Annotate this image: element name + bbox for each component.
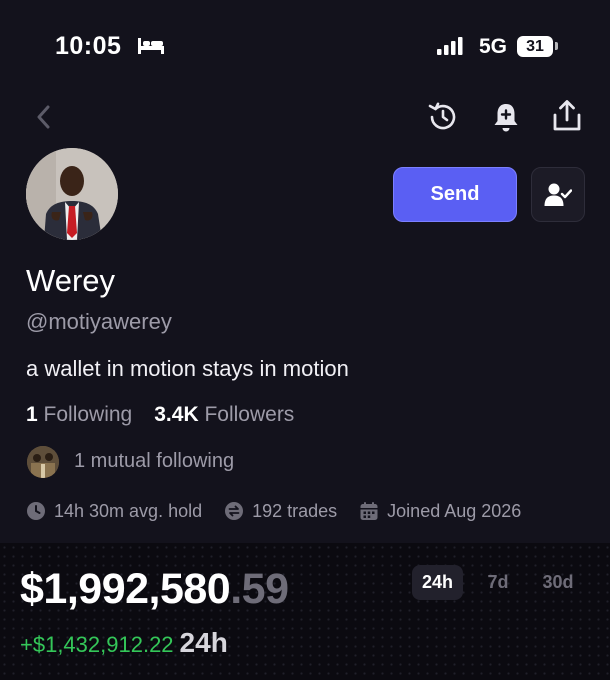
joined-stat: Joined Aug 2026	[359, 501, 521, 522]
follow-button[interactable]	[531, 167, 585, 222]
network-type: 5G	[479, 35, 508, 58]
back-button[interactable]	[26, 100, 60, 134]
user-check-icon	[544, 183, 572, 206]
mutual-following-text[interactable]: 1 mutual following	[74, 450, 234, 473]
trades-text: 192 trades	[252, 500, 338, 521]
balance-whole: $1,992,580	[20, 565, 231, 613]
swap-icon	[225, 502, 244, 520]
cellular-signal-icon	[437, 36, 467, 61]
mutual-avatar-image	[27, 446, 59, 478]
history-button[interactable]	[424, 98, 462, 136]
followers-link[interactable]: 3.4K Followers	[154, 403, 294, 426]
profile-meta-row: 14h 30m avg. hold 192 trades Joined Aug …	[26, 499, 521, 523]
bell-plus-icon	[494, 104, 518, 132]
nav-bar	[0, 92, 610, 142]
balance-panel: $1,992,580.59 +$1,432,912.22 24h 24h 7d 3…	[0, 543, 610, 680]
followers-count: 3.4K	[154, 403, 199, 426]
battery-level: 31	[517, 36, 553, 57]
range-tab-24h[interactable]: 24h	[412, 565, 463, 600]
portfolio-balance: $1,992,580.59	[20, 565, 289, 614]
balance-change: +$1,432,912.22 24h	[20, 627, 228, 659]
joined-text: Joined Aug 2026	[387, 500, 522, 521]
chevron-left-icon	[37, 105, 50, 129]
username-handle: @motiyawerey	[26, 309, 172, 334]
following-link[interactable]: 1 Following	[26, 403, 132, 426]
share-button[interactable]	[547, 96, 587, 136]
balance-cents: .59	[230, 565, 289, 613]
send-button[interactable]: Send	[393, 167, 517, 222]
avg-hold-text: 14h 30m avg. hold	[54, 500, 203, 521]
trades-stat: 192 trades	[224, 501, 337, 522]
notify-button[interactable]	[487, 98, 525, 136]
following-count: 1	[26, 403, 38, 426]
mutual-avatar[interactable]	[27, 446, 59, 478]
share-icon	[553, 100, 581, 131]
display-name: Werey	[26, 263, 116, 298]
battery-tip	[555, 42, 558, 50]
avg-hold-stat: 14h 30m avg. hold	[26, 501, 202, 522]
range-tab-30d[interactable]: 30d	[532, 565, 584, 600]
status-time: 10:05	[55, 32, 122, 60]
sleep-focus-icon	[137, 36, 165, 61]
status-bar: 10:05 5G 31	[0, 0, 610, 90]
profile-avatar[interactable]	[26, 148, 118, 240]
followers-label: Followers	[204, 403, 295, 426]
profile-bio: a wallet in motion stays in motion	[26, 356, 349, 381]
change-value: +$1,432,912.22	[20, 632, 174, 657]
range-tab-7d[interactable]: 7d	[476, 565, 520, 600]
avatar-image	[26, 148, 118, 240]
following-label: Following	[43, 403, 133, 426]
calendar-icon	[360, 502, 378, 520]
clock-icon	[27, 502, 45, 520]
follow-stats: 1 Following 3.4K Followers	[26, 403, 294, 427]
history-icon	[428, 102, 456, 130]
change-period: 24h	[179, 627, 228, 658]
